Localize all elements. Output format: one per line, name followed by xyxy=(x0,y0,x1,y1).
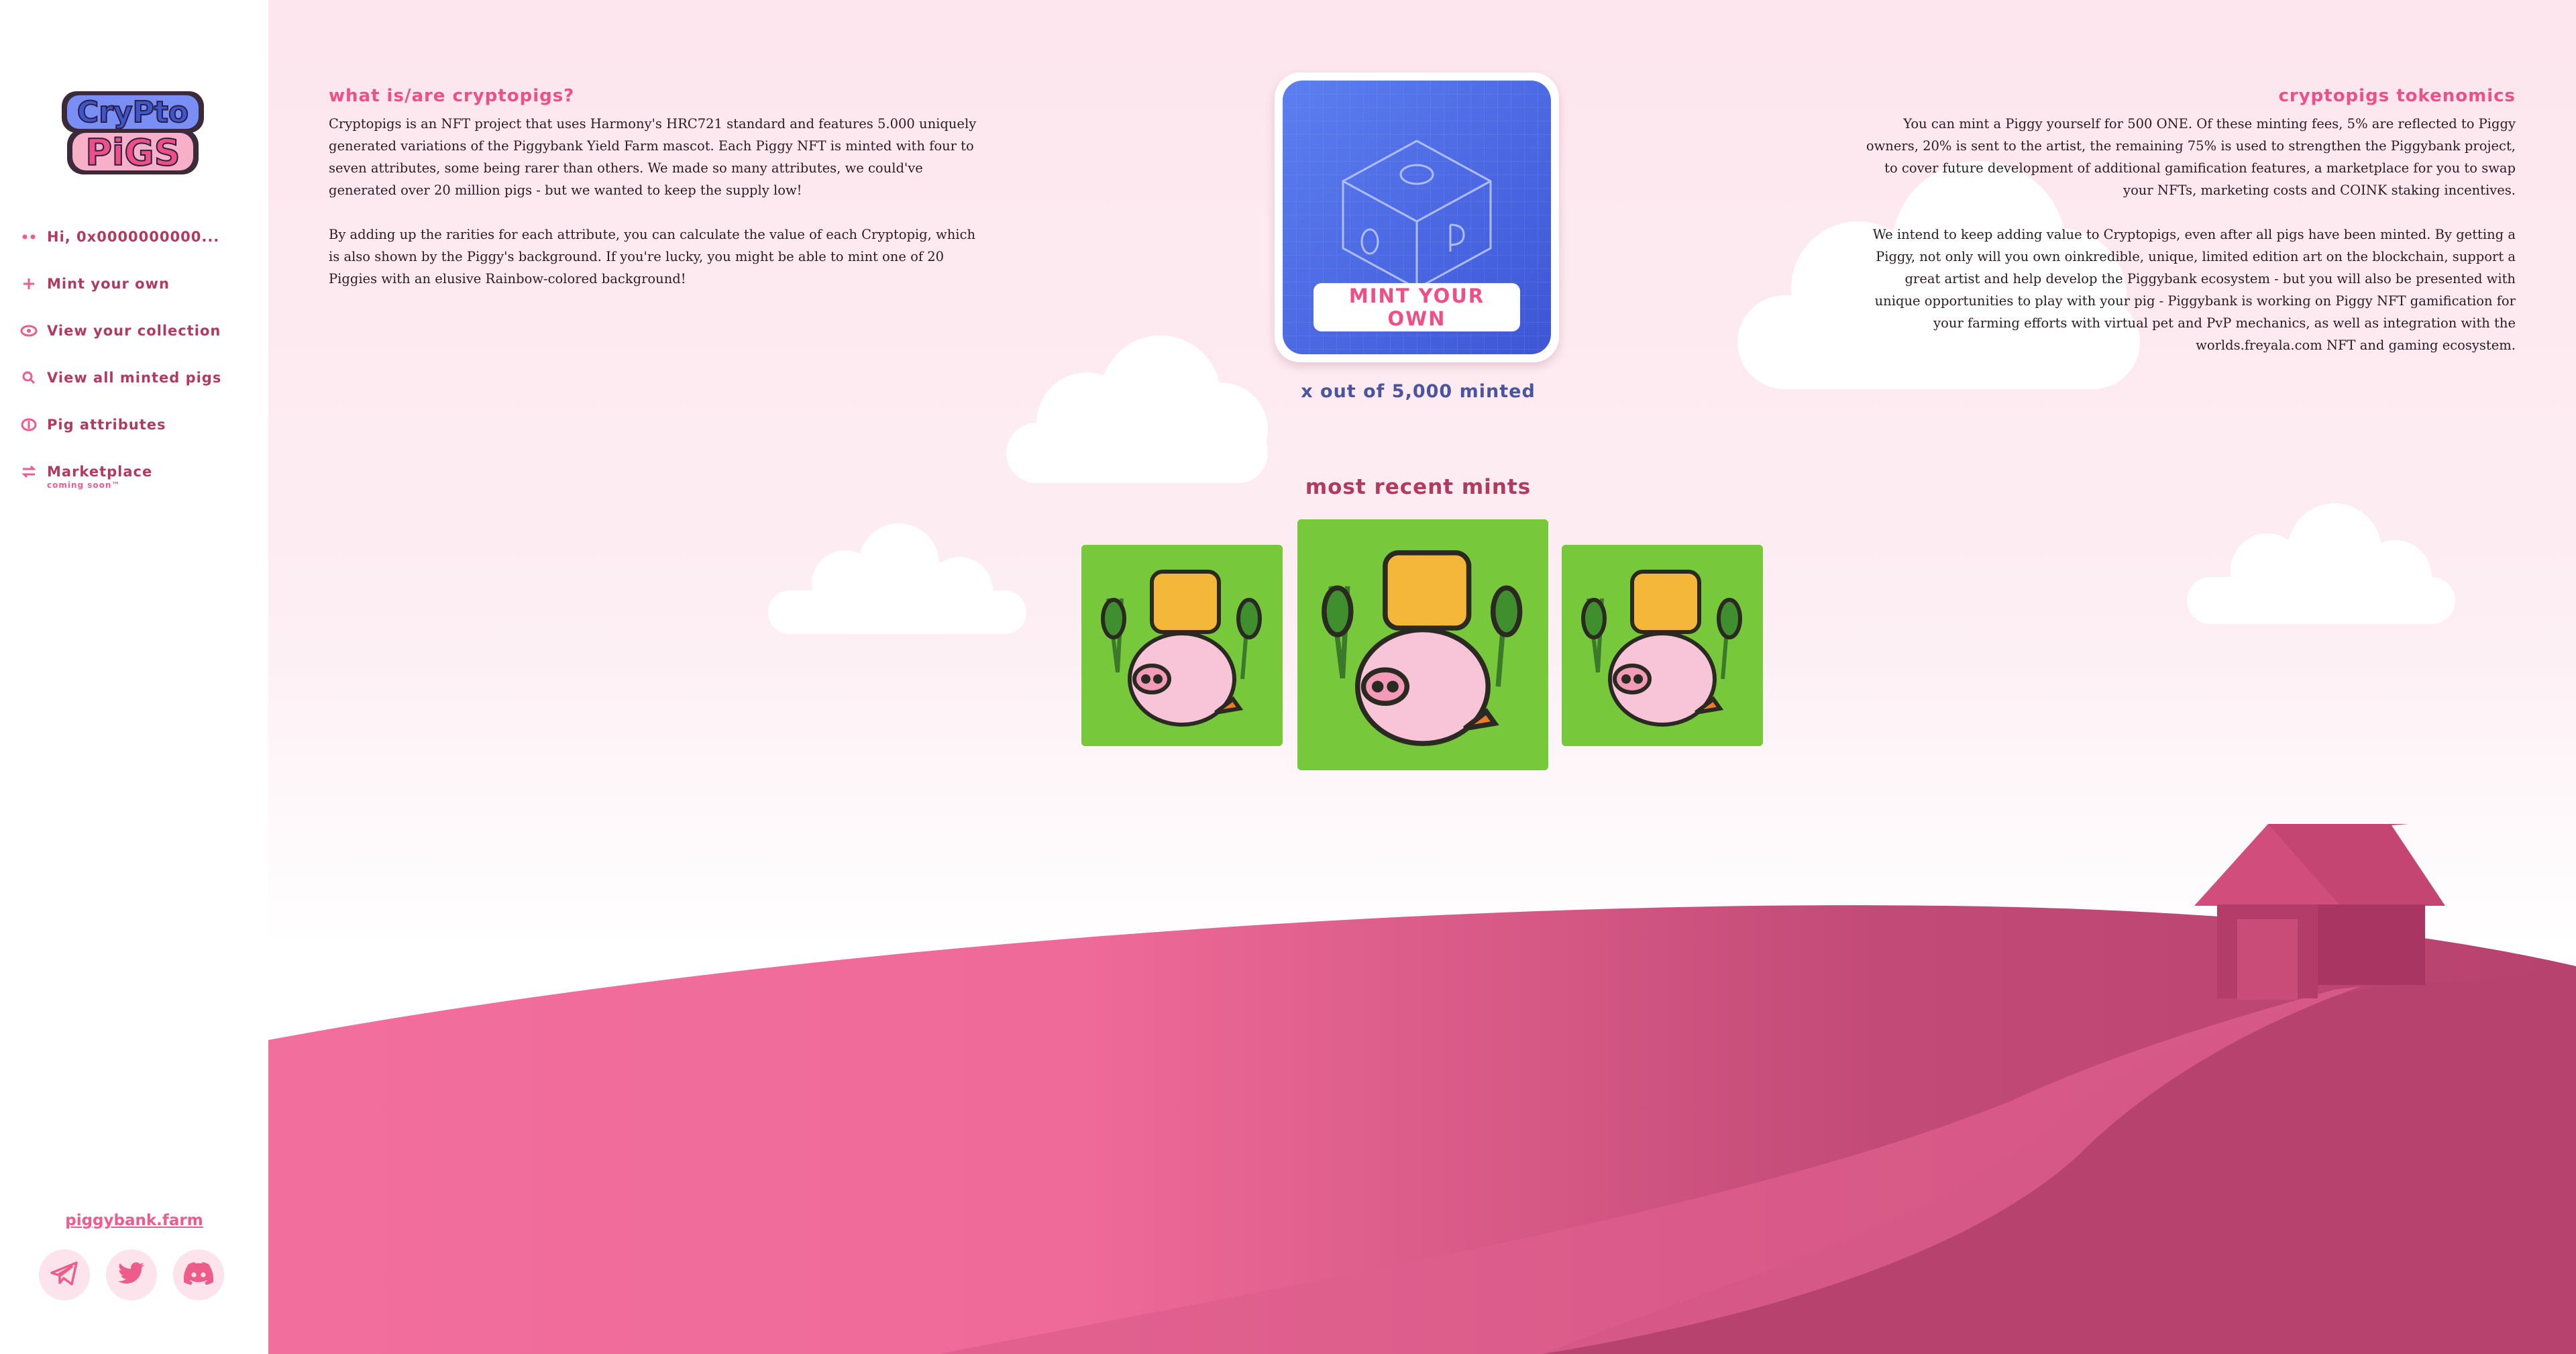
nav-mint-your-own[interactable]: Mint your own xyxy=(19,274,260,321)
twitter-icon xyxy=(118,1262,145,1288)
pig-nft-image xyxy=(1562,545,1763,746)
recent-mint-card-featured[interactable] xyxy=(1297,519,1548,770)
twitter-button[interactable] xyxy=(106,1249,157,1300)
about-title: what is/are cryptopigs? xyxy=(329,86,575,106)
nav-marketplace-label: Marketplace coming soon™ xyxy=(47,462,152,490)
attributes-icon xyxy=(19,415,39,435)
dots-icon xyxy=(19,227,39,247)
swap-icon xyxy=(19,462,39,482)
tokenomics-title: cryptopigs tokenomics xyxy=(2278,86,2516,106)
pink-hills-illustration xyxy=(268,824,2576,1354)
nav-mint-label: Mint your own xyxy=(47,276,170,292)
eye-icon xyxy=(19,321,39,341)
tokenomics-section: cryptopigs tokenomics You can mint a Pig… xyxy=(1858,86,2516,356)
minted-count: x out of 5,000 minted xyxy=(1301,381,1536,402)
cryptopigs-logo[interactable]: CryPto PiGS xyxy=(58,90,208,176)
svg-text:CryPto: CryPto xyxy=(77,95,189,129)
cloud-decoration xyxy=(1006,335,1268,483)
discord-button[interactable] xyxy=(173,1249,224,1300)
recent-mint-card[interactable] xyxy=(1081,545,1283,746)
tokenomics-paragraph-1: You can mint a Piggy yourself for 500 ON… xyxy=(1866,116,2516,198)
telegram-icon xyxy=(50,1260,79,1290)
nav-account-label: Hi, 0x0000000000... xyxy=(47,229,220,245)
pig-nft-image xyxy=(1297,519,1548,770)
nav-marketplace[interactable]: Marketplace coming soon™ xyxy=(19,462,260,509)
pig-nft-image xyxy=(1081,545,1283,746)
nav-view-all-minted[interactable]: View all minted pigs xyxy=(19,368,260,415)
about-section: what is/are cryptopigs? Cryptopigs is an… xyxy=(329,86,986,290)
svg-text:PiGS: PiGS xyxy=(85,132,180,174)
social-links xyxy=(39,1249,224,1300)
telegram-button[interactable] xyxy=(39,1249,90,1300)
nav-view-collection[interactable]: View your collection xyxy=(19,321,260,368)
marketplace-text: Marketplace xyxy=(47,464,153,480)
discord-icon xyxy=(183,1262,214,1288)
coming-soon-badge: coming soon™ xyxy=(47,480,121,490)
main-content: what is/are cryptopigs? Cryptopigs is an… xyxy=(268,0,2576,1354)
about-paragraph-2: By adding up the rarities for each attri… xyxy=(329,227,976,287)
nav-all-minted-label: View all minted pigs xyxy=(47,370,222,386)
sidebar-nav: Hi, 0x0000000000... Mint your own View y… xyxy=(19,227,260,509)
mint-card[interactable]: MINT YOUR OWN xyxy=(1275,72,1559,362)
nav-account[interactable]: Hi, 0x0000000000... xyxy=(19,227,260,274)
barn-icon xyxy=(2194,824,2445,1000)
about-paragraph-1: Cryptopigs is an NFT project that uses H… xyxy=(329,116,977,198)
nav-collection-label: View your collection xyxy=(47,323,221,339)
sidebar: CryPto PiGS Hi, 0x0000000000... Mint you… xyxy=(0,0,268,1354)
cloud-decoration xyxy=(768,523,1026,634)
recent-mint-card[interactable] xyxy=(1562,545,1763,746)
piggybank-farm-link[interactable]: piggybank.farm xyxy=(0,1212,268,1229)
nav-pig-attributes[interactable]: Pig attributes xyxy=(19,415,260,462)
mint-your-own-button[interactable]: MINT YOUR OWN xyxy=(1313,283,1520,331)
cloud-decoration xyxy=(2187,503,2455,624)
mint-card-blueprint: MINT YOUR OWN xyxy=(1283,81,1551,354)
plus-icon xyxy=(19,274,39,294)
tokenomics-paragraph-2: We intend to keep adding value to Crypto… xyxy=(1872,227,2516,353)
nav-attributes-label: Pig attributes xyxy=(47,417,166,433)
search-icon xyxy=(19,368,39,388)
recent-mints-title: most recent mints xyxy=(1305,475,1532,499)
